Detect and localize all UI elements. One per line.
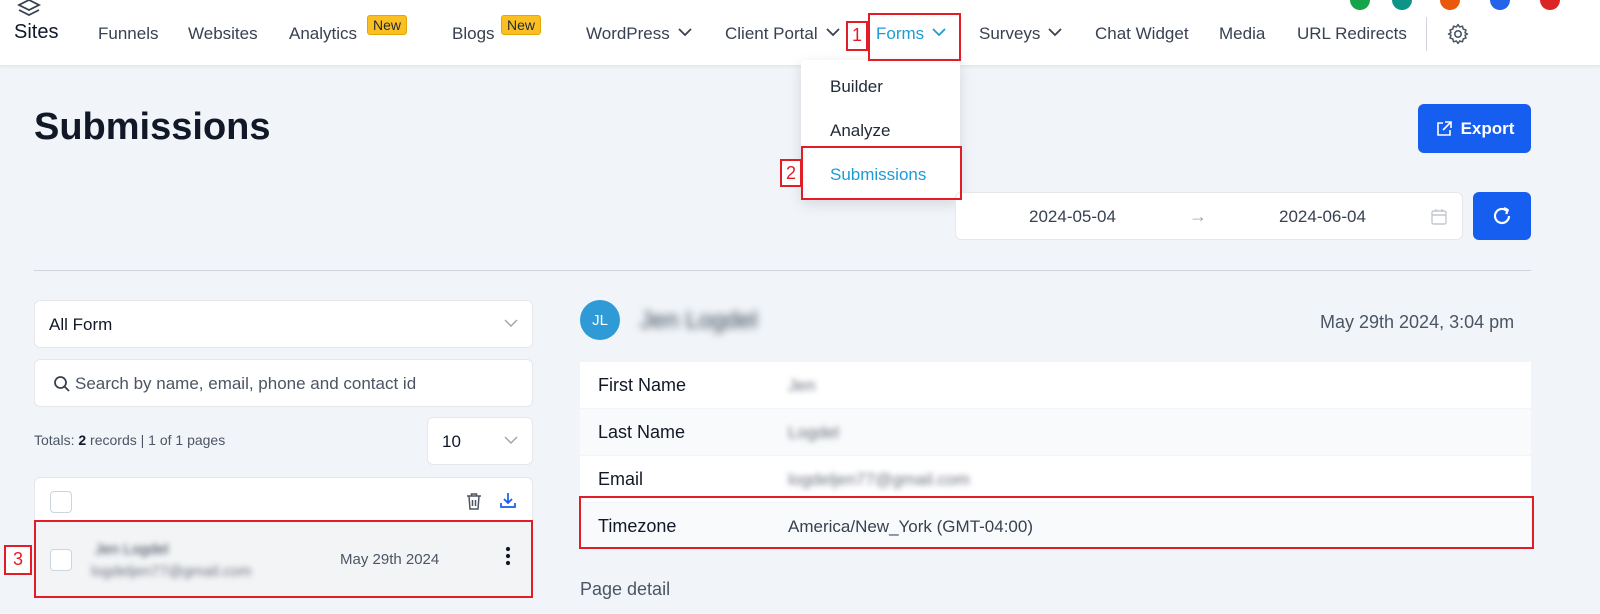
detail-label: Last Name — [598, 422, 686, 442]
submission-row[interactable]: Jen Logdel logdeljen77@gmail.com May 29t… — [34, 521, 533, 597]
brand-label: Sites — [14, 21, 59, 43]
search-box — [34, 359, 533, 407]
date-start[interactable]: 2024-05-04 — [1029, 207, 1116, 227]
nav-analytics[interactable]: Analytics — [289, 24, 357, 44]
analytics-new-badge: New — [367, 15, 408, 35]
blogs-new-badge: New — [501, 15, 542, 35]
totals-suffix: records | 1 of 1 pages — [90, 432, 226, 448]
download-icon[interactable] — [499, 491, 517, 510]
date-range-picker[interactable]: 2024-05-04 → 2024-06-04 — [955, 192, 1463, 240]
nav-surveys[interactable]: Surveys — [979, 24, 1063, 44]
detail-label: Timezone — [598, 516, 677, 536]
nav-blogs[interactable]: Blogs — [452, 24, 495, 44]
submission-timestamp: May 29th 2024, 3:04 pm — [1320, 312, 1515, 332]
chevron-down-icon — [504, 319, 518, 327]
app-dot-green — [1350, 0, 1370, 10]
detail-value: America/New_York (GMT-04:00) — [788, 517, 1034, 536]
search-input[interactable] — [75, 370, 515, 398]
chevron-down-icon — [1048, 28, 1063, 37]
submission-date: May 29th 2024 — [340, 551, 440, 568]
annotation-label-1: 1 — [846, 21, 868, 51]
nav-media[interactable]: Media — [1219, 24, 1265, 44]
totals-count: 2 — [78, 432, 87, 448]
nav-chat-widget[interactable]: Chat Widget — [1095, 24, 1189, 44]
select-all-checkbox[interactable] — [50, 491, 72, 513]
avatar: JL — [580, 300, 620, 340]
submission-email: logdeljen77@gmail.com — [91, 563, 252, 580]
page-title: Submissions — [34, 106, 271, 148]
chevron-down-icon — [825, 28, 840, 37]
nav-client-portal-label: Client Portal — [725, 24, 818, 43]
app-dot-teal — [1392, 0, 1412, 10]
app-dot-red — [1540, 0, 1560, 10]
submission-name: Jen Logdel — [95, 541, 169, 558]
nav-funnels[interactable]: Funnels — [98, 24, 158, 44]
detail-value: logdeljen77@gmail.com — [788, 470, 970, 489]
annotation-label-3: 3 — [4, 545, 32, 575]
trash-icon[interactable] — [465, 492, 483, 511]
detail-row-email: Email logdeljen77@gmail.com — [580, 456, 1531, 503]
chevron-down-icon — [678, 28, 692, 37]
nav-client-portal[interactable]: Client Portal — [725, 24, 840, 44]
submission-detail-table: First Name Jen Last Name Logdel Email lo… — [580, 362, 1531, 550]
detail-value: Logdel — [788, 423, 840, 442]
row-checkbox[interactable] — [50, 549, 72, 571]
forms-dropdown-menu: Builder Analyze Submissions — [801, 60, 960, 200]
brand[interactable]: Sites — [14, 0, 74, 50]
form-select[interactable]: All Form — [34, 300, 533, 348]
nav-websites[interactable]: Websites — [188, 24, 258, 44]
refresh-icon — [1493, 207, 1511, 225]
chevron-down-icon — [932, 28, 946, 37]
submissions-list-header — [34, 477, 533, 521]
export-button[interactable]: Export — [1418, 104, 1531, 153]
export-label: Export — [1460, 118, 1515, 138]
search-icon — [54, 376, 70, 392]
page-size-value: 10 — [442, 432, 461, 451]
nav-wordpress-label: WordPress — [586, 24, 670, 43]
divider — [34, 270, 1531, 271]
chevron-down-icon — [504, 436, 518, 444]
nav-divider — [1426, 17, 1427, 51]
gear-icon[interactable] — [1446, 22, 1470, 46]
nav-wordpress[interactable]: WordPress — [586, 24, 692, 44]
menu-item-builder[interactable]: Builder — [830, 77, 883, 97]
app-dot-blue — [1490, 0, 1510, 10]
detail-row-timezone: Timezone America/New_York (GMT-04:00) — [580, 503, 1531, 550]
calendar-icon — [1431, 209, 1447, 225]
more-vertical-icon[interactable] — [505, 546, 511, 566]
detail-label: Email — [598, 469, 644, 489]
form-select-value: All Form — [49, 315, 113, 334]
app-dot-orange — [1440, 0, 1460, 10]
totals-prefix: Totals: — [34, 432, 75, 448]
top-navigation: Sites Funnels Websites Analytics New Blo… — [0, 0, 1600, 66]
nav-surveys-label: Surveys — [979, 24, 1041, 43]
nav-url-redirects[interactable]: URL Redirects — [1297, 24, 1407, 44]
date-end[interactable]: 2024-06-04 — [1279, 207, 1366, 227]
detail-label: First Name — [598, 375, 687, 395]
nav-forms[interactable]: Forms — [876, 24, 946, 44]
export-icon — [1436, 120, 1452, 136]
menu-item-submissions[interactable]: Submissions — [830, 165, 926, 185]
detail-value: Jen — [788, 376, 816, 395]
detail-row-first-name: First Name Jen — [580, 362, 1531, 409]
page-detail-heading: Page detail — [580, 579, 671, 599]
nav-forms-label: Forms — [876, 24, 925, 43]
detail-row-last-name: Last Name Logdel — [580, 409, 1531, 456]
totals-summary: Totals: 2 records | 1 of 1 pages — [34, 432, 225, 448]
arrow-right-icon: → — [1189, 206, 1207, 226]
sites-logo-icon — [16, 0, 42, 17]
annotation-label-2: 2 — [780, 159, 802, 187]
refresh-button[interactable] — [1473, 192, 1531, 240]
page-size-select[interactable]: 10 — [427, 417, 533, 465]
menu-item-analyze[interactable]: Analyze — [830, 121, 890, 141]
contact-name: Jen Logdel — [640, 307, 758, 334]
